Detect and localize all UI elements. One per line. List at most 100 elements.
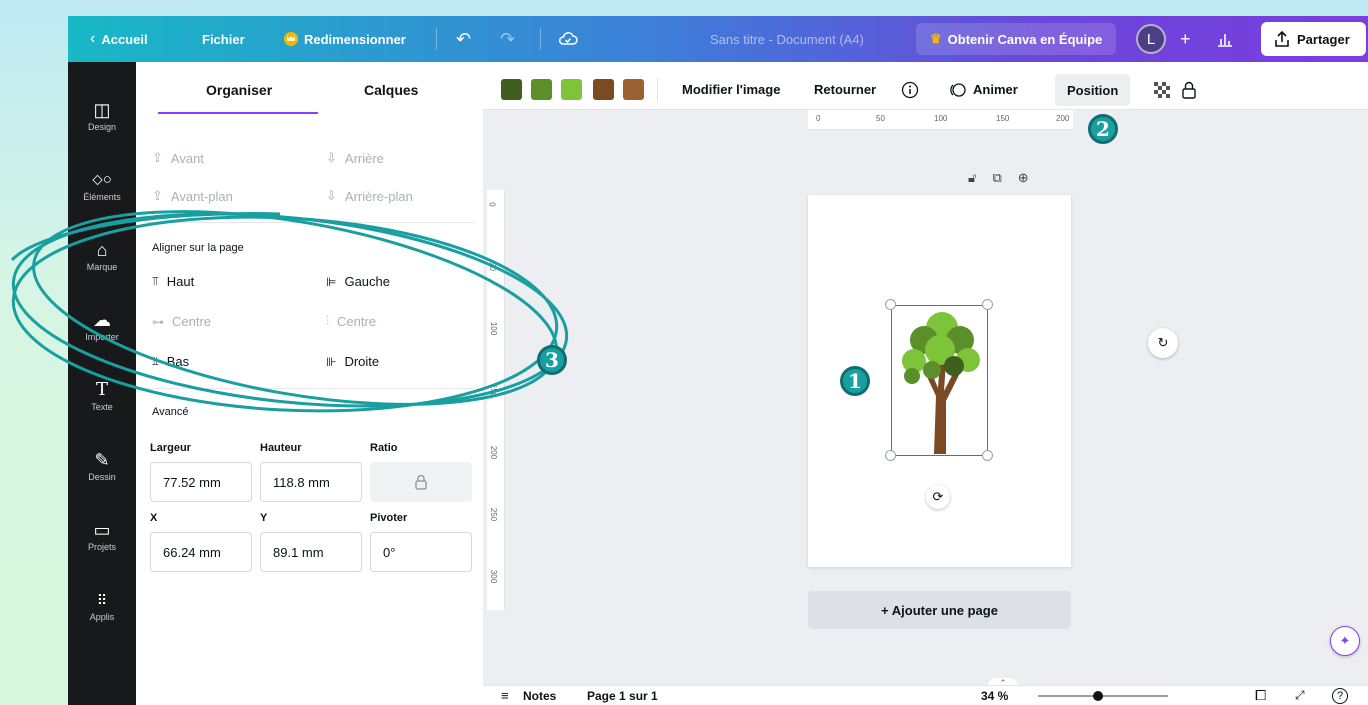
canvas-area[interactable]: 0 50 100 150 200 0 50 100 150 200 250 30…: [483, 110, 1368, 690]
rail-label: Texte: [91, 402, 113, 412]
animate-label: Animer: [973, 82, 1018, 97]
x-field[interactable]: 66.24 mm: [150, 532, 252, 572]
context-toolbar: Modifier l'image Retourner Animer Positi…: [483, 62, 1368, 110]
lock-page-icon[interactable]: 🔓︎: [968, 170, 976, 186]
get-team-button[interactable]: ♛ Obtenir Canva en Équipe: [916, 23, 1117, 55]
upload-icon: ☁: [93, 310, 111, 330]
rail-item-elements[interactable]: ⬦○ Éléments: [68, 170, 136, 202]
forward-button[interactable]: ⇪ Avant: [152, 150, 204, 166]
flip-button[interactable]: Retourner: [814, 79, 876, 100]
y-field[interactable]: 89.1 mm: [260, 532, 362, 572]
resize-button[interactable]: Redimensionner: [284, 16, 406, 62]
align-center-h-button[interactable]: ⫶ Centre: [326, 314, 376, 329]
notes-icon: ≡: [501, 688, 509, 703]
lock-button[interactable]: [1181, 79, 1197, 100]
rail-item-apps[interactable]: ⠿ Applis: [68, 590, 136, 622]
color-swatch[interactable]: [561, 79, 582, 100]
animate-button[interactable]: Animer: [949, 79, 1018, 100]
document-title[interactable]: Sans titre - Document (A4): [710, 16, 864, 62]
rail-item-design[interactable]: ◫ Design: [68, 100, 136, 132]
zoom-slider-track[interactable]: [1038, 695, 1168, 697]
align-top-button[interactable]: ⫪ Haut: [152, 274, 194, 289]
divider: [144, 388, 474, 389]
width-field[interactable]: 77.52 mm: [150, 462, 252, 502]
bar-chart-icon: [1218, 34, 1232, 47]
align-middle-icon: ⊶: [152, 314, 164, 329]
color-swatch[interactable]: [593, 79, 614, 100]
ruler-tick-label: 200: [1056, 114, 1070, 123]
invite-button[interactable]: +: [1180, 16, 1191, 62]
rotate-field[interactable]: 0°: [370, 532, 472, 572]
y-label: Y: [260, 512, 268, 524]
ruler-tick-label: 0: [816, 114, 821, 123]
cloud-saved-icon[interactable]: [558, 16, 578, 62]
position-button[interactable]: Position: [1055, 74, 1131, 106]
rail-item-upload[interactable]: ☁ Importer: [68, 310, 136, 342]
magic-button[interactable]: ✦: [1330, 626, 1360, 656]
add-page-button[interactable]: + Ajouter une page: [808, 591, 1071, 629]
lock-icon: [1182, 81, 1196, 99]
resize-handle[interactable]: [885, 450, 896, 461]
avatar-button[interactable]: L: [1136, 16, 1166, 62]
rotate-handle[interactable]: ⟳: [926, 485, 950, 509]
rail-item-projects[interactable]: ▭ Projets: [68, 520, 136, 552]
rail-item-text[interactable]: T Texte: [68, 379, 136, 413]
selected-element[interactable]: [891, 305, 988, 456]
share-button[interactable]: Partager: [1261, 22, 1366, 56]
ruler-tick-label: 100: [489, 321, 499, 336]
resize-handle[interactable]: [982, 450, 993, 461]
to-back-button[interactable]: ⇩ Arrière-plan: [326, 188, 413, 204]
file-menu-button[interactable]: Fichier: [202, 16, 245, 62]
ruler-tick-label: 200: [489, 445, 499, 460]
duplicate-page-icon[interactable]: ⧉: [992, 170, 1001, 186]
tree-image[interactable]: [892, 306, 986, 454]
to-front-button[interactable]: ⇪ Avant-plan: [152, 188, 233, 204]
rail-label: Design: [87, 122, 116, 132]
page-grid-icon[interactable]: ⧠: [1255, 687, 1266, 704]
backward-label: Arrière: [344, 150, 384, 166]
shapes-icon: ⬦○: [92, 171, 112, 188]
align-center-v-button[interactable]: ⊶ Centre: [152, 314, 211, 329]
resize-label: Redimensionner: [304, 31, 406, 47]
transparency-button[interactable]: [1153, 79, 1171, 100]
ruler-tick-label: 150: [489, 383, 499, 398]
redo-icon[interactable]: ↷: [500, 16, 515, 62]
ruler-tick-label: 0: [487, 202, 497, 207]
height-field[interactable]: 118.8 mm: [260, 462, 362, 502]
zoom-value[interactable]: 34 %: [981, 689, 1008, 703]
align-bottom-button[interactable]: ⫫ Bas: [152, 354, 189, 369]
divider: [144, 222, 474, 223]
align-right-label: Droite: [344, 354, 380, 369]
ratio-lock-button[interactable]: [370, 462, 472, 502]
to-front-label: Avant-plan: [170, 188, 233, 204]
rail-item-brand[interactable]: ⌂ Marque: [68, 240, 136, 272]
canva-editor: ‹ Accueil Fichier Redimensionner ↶ ↷ San…: [68, 16, 1368, 705]
page-indicator[interactable]: Page 1 sur 1: [587, 689, 658, 703]
color-swatch[interactable]: [623, 79, 644, 100]
insights-button[interactable]: [1216, 16, 1234, 62]
advanced-section-title: Avancé: [152, 406, 189, 418]
info-button[interactable]: [901, 79, 919, 100]
zoom-slider-handle[interactable]: [1092, 691, 1103, 701]
align-bottom-icon: ⫫: [152, 354, 159, 368]
color-swatch[interactable]: [501, 79, 522, 100]
refresh-page-button[interactable]: ↻: [1148, 328, 1178, 358]
add-page-icon[interactable]: ⊕: [1018, 170, 1029, 186]
text-icon: T: [95, 379, 108, 400]
color-swatch[interactable]: [531, 79, 552, 100]
home-button[interactable]: ‹ Accueil: [90, 16, 148, 62]
undo-icon[interactable]: ↶: [456, 16, 471, 62]
resize-handle[interactable]: [982, 299, 993, 310]
resize-handle[interactable]: [885, 299, 896, 310]
rail-item-draw[interactable]: ✎ Dessin: [68, 450, 136, 482]
align-right-button[interactable]: ⊪ Droite: [326, 354, 379, 369]
fullscreen-icon[interactable]: ⤢: [1295, 688, 1305, 703]
tab-arrange[interactable]: Organiser: [206, 82, 272, 98]
align-left-button[interactable]: ⊫ Gauche: [326, 274, 390, 289]
backward-button[interactable]: ⇩ Arrière: [326, 150, 384, 166]
help-button[interactable]: ?: [1332, 687, 1348, 704]
align-center-icon: ⫶: [326, 314, 330, 328]
tab-layers[interactable]: Calques: [364, 82, 418, 98]
notes-button[interactable]: Notes: [523, 689, 556, 703]
edit-image-button[interactable]: Modifier l'image: [682, 79, 780, 100]
